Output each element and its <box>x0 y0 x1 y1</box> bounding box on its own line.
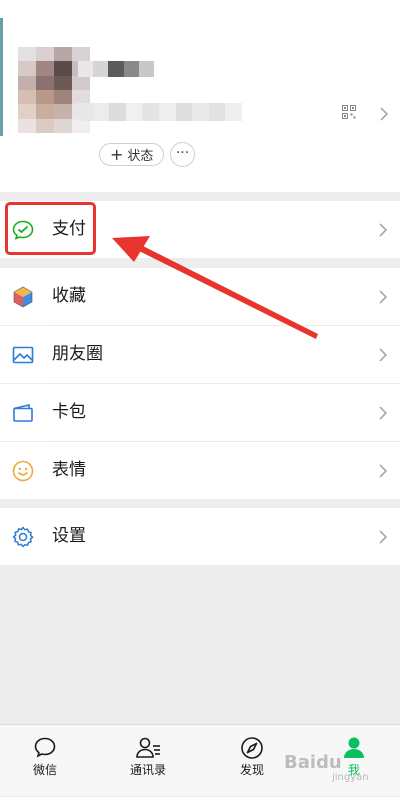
profile-header[interactable]: + 状态 ··· <box>0 0 400 192</box>
pay-highlight-box <box>5 202 96 255</box>
menu-label-favorites: 收藏 <box>52 286 86 306</box>
gear-icon <box>12 526 34 548</box>
qr-code-icon[interactable] <box>342 105 356 119</box>
chevron-right-icon <box>380 107 389 121</box>
chevron-right-icon <box>379 348 388 362</box>
chevron-right-icon <box>379 223 388 237</box>
baidu-watermark-sub: jingyan <box>332 772 369 783</box>
chevron-right-icon <box>379 530 388 544</box>
smiley-face-icon <box>12 460 34 482</box>
tab-chats[interactable]: 微信 <box>0 725 95 797</box>
status-button[interactable]: + 状态 <box>99 143 165 166</box>
menu-label-stickers: 表情 <box>52 460 86 480</box>
moments-picture-icon <box>12 346 34 364</box>
contacts-icon <box>136 737 160 758</box>
chevron-right-icon <box>379 406 388 420</box>
status-label: 状态 <box>127 149 154 164</box>
more-button[interactable]: ··· <box>170 142 195 167</box>
menu-item-settings[interactable]: 设置 <box>0 508 400 565</box>
tab-contacts[interactable]: 通讯录 <box>98 725 198 797</box>
more-dots-icon: ··· <box>175 144 190 161</box>
menu-label-settings: 设置 <box>52 526 86 546</box>
menu-item-favorites[interactable]: 收藏 <box>0 268 400 325</box>
menu-item-cards[interactable]: 卡包 <box>0 384 400 441</box>
person-icon <box>344 737 364 758</box>
menu-label-cards: 卡包 <box>52 402 86 422</box>
profile-accent-bar <box>0 18 3 136</box>
menu-item-stickers[interactable]: 表情 <box>0 442 400 499</box>
card-wallet-icon <box>13 403 33 422</box>
profile-wechat-id-blurred <box>76 103 242 121</box>
compass-icon <box>241 737 263 759</box>
tab-label-chats: 微信 <box>32 763 57 777</box>
favorites-cube-icon <box>13 286 33 308</box>
menu-label-moments: 朋友圈 <box>52 344 103 364</box>
plus-icon: + <box>110 144 124 164</box>
tab-label-contacts: 通讯录 <box>129 763 166 777</box>
chevron-right-icon <box>379 464 388 478</box>
profile-name-blurred <box>78 61 154 77</box>
baidu-watermark: Baidu <box>284 752 342 773</box>
chat-bubble-icon <box>34 737 56 758</box>
chevron-right-icon <box>379 290 388 304</box>
menu-item-moments[interactable]: 朋友圈 <box>0 326 400 383</box>
